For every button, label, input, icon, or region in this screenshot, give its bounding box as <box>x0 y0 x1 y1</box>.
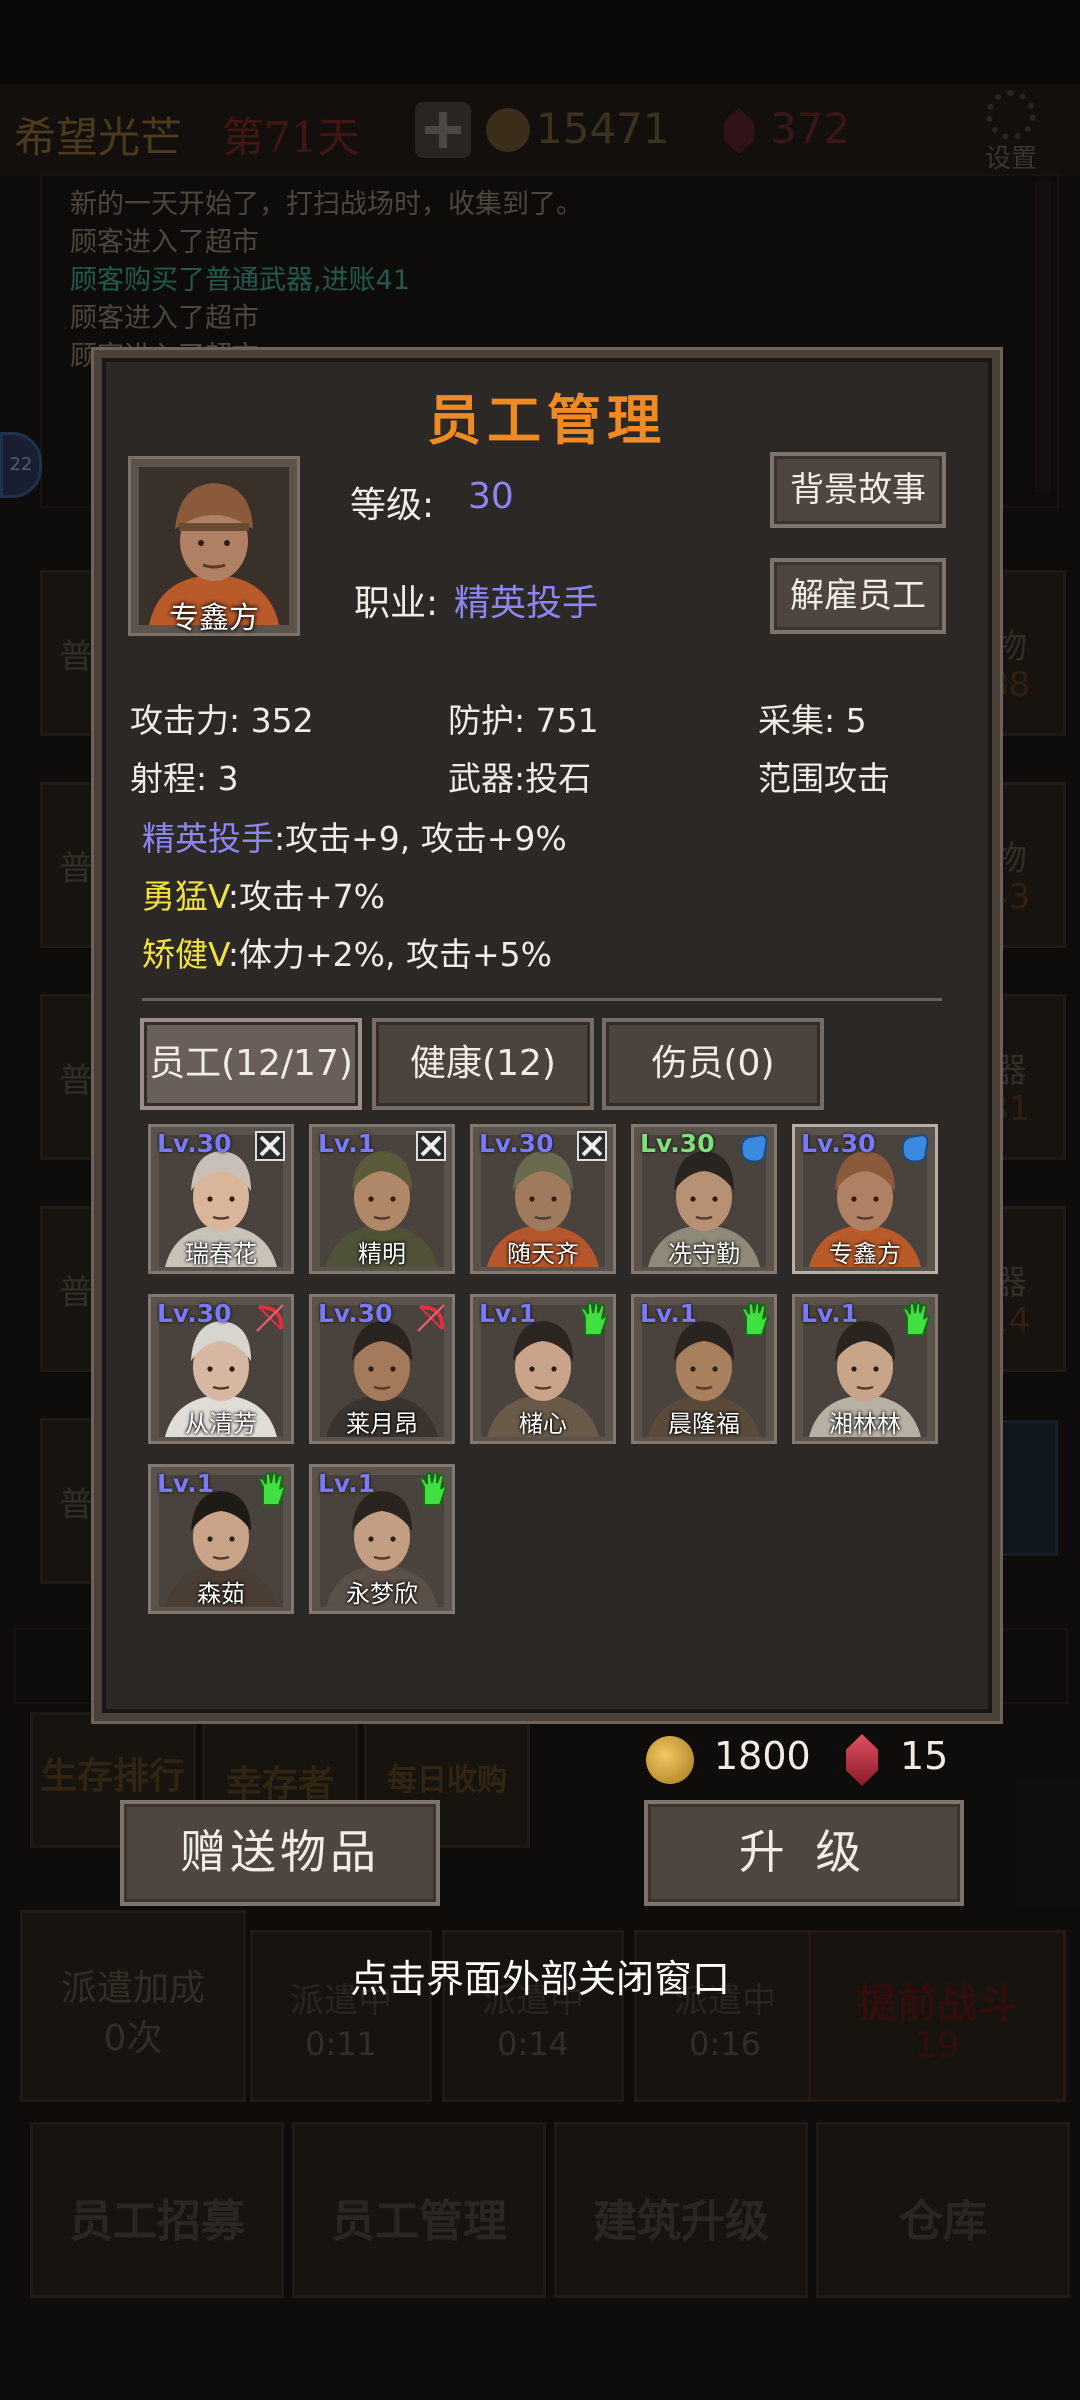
staff-card[interactable]: Lv.30 莱月昂 <box>309 1294 455 1444</box>
selected-worker-name: 专鑫方 <box>169 601 259 636</box>
job-label: 职业: <box>354 583 439 624</box>
trait-effect: :体力+2%, 攻击+5% <box>227 935 552 974</box>
staff-level: Lv.1 <box>801 1299 859 1328</box>
staff-name: 随天齐 <box>507 1240 579 1268</box>
upgrade-button[interactable]: 升 级 <box>644 1800 964 1906</box>
tab-injured[interactable]: 伤员(0) <box>602 1018 824 1110</box>
trait-name: 精英投手 <box>142 819 274 858</box>
staff-level: Lv.1 <box>479 1299 537 1328</box>
staff-card[interactable]: Lv.30 从清芳 <box>148 1294 294 1444</box>
staff-card[interactable]: Lv.30 专鑫方 <box>792 1124 938 1274</box>
staff-level: Lv.1 <box>157 1469 215 1498</box>
staff-card[interactable]: Lv.1 永梦欣 <box>309 1464 455 1614</box>
background-story-button[interactable]: 背景故事 <box>770 452 946 528</box>
staff-level: Lv.1 <box>318 1469 376 1498</box>
staff-card[interactable]: Lv.1 森茹 <box>148 1464 294 1614</box>
fist-icon <box>897 1131 931 1165</box>
glove-icon <box>897 1301 931 1336</box>
staff-name: 莱月昂 <box>346 1410 418 1438</box>
selected-portrait: 专鑫方 <box>128 456 300 636</box>
staff-level: Lv.1 <box>640 1299 698 1328</box>
trait-row: 勇猛V:攻击+7% <box>142 870 385 918</box>
dialog-title: 员工管理 <box>427 388 667 452</box>
attack-stat: 攻击力: 352 <box>130 701 314 740</box>
crossed-swords-icon <box>414 1131 448 1165</box>
aoe-stat: 范围攻击 <box>758 759 890 798</box>
job-value: 精英投手 <box>454 583 599 624</box>
close-hint: 点击界面外部关闭窗口 <box>349 1957 730 2001</box>
staff-level: Lv.30 <box>640 1129 715 1158</box>
defense-stat: 防护: 751 <box>448 701 599 740</box>
staff-level: Lv.30 <box>318 1299 393 1328</box>
staff-level: Lv.30 <box>157 1299 232 1328</box>
coin-icon <box>646 1736 694 1784</box>
staff-card[interactable]: Lv.1 槠心 <box>470 1294 616 1444</box>
tab-all-staff[interactable]: 员工(12/17) <box>140 1018 362 1110</box>
fire-worker-button[interactable]: 解雇员工 <box>770 558 946 634</box>
staff-card[interactable]: Lv.1 晨隆福 <box>631 1294 777 1444</box>
gather-stat: 采集: 5 <box>758 701 867 740</box>
bow-icon <box>414 1301 448 1335</box>
glove-icon <box>253 1471 287 1506</box>
staff-level: Lv.30 <box>801 1129 876 1158</box>
trait-row: 矫健V:体力+2%, 攻击+5% <box>142 928 552 976</box>
staff-level: Lv.30 <box>157 1129 232 1158</box>
staff-level: Lv.30 <box>479 1129 554 1158</box>
crossed-swords-icon <box>253 1131 287 1165</box>
crossed-swords-icon <box>575 1131 609 1165</box>
divider <box>142 998 942 1001</box>
glove-icon <box>414 1471 448 1506</box>
staff-management-dialog: 员工管理 专鑫方 等级: 30 职业: 精英投手 背景故事 解雇员工 攻击力: … <box>94 350 1000 1721</box>
tab-healthy[interactable]: 健康(12) <box>372 1018 594 1110</box>
trait-effect: :攻击+9, 攻击+9% <box>274 819 567 858</box>
staff-name: 森茹 <box>197 1580 245 1608</box>
staff-name: 专鑫方 <box>829 1240 901 1268</box>
trait-effect: :攻击+7% <box>227 877 386 916</box>
glove-icon <box>575 1301 609 1336</box>
staff-name: 精明 <box>358 1240 406 1268</box>
staff-card[interactable]: Lv.1 精明 <box>309 1124 455 1274</box>
fist-icon <box>736 1131 770 1165</box>
staff-level: Lv.1 <box>318 1129 376 1158</box>
range-stat: 射程: 3 <box>130 759 239 798</box>
gift-item-button[interactable]: 赠送物品 <box>120 1800 440 1906</box>
weapon-stat: 武器:投石 <box>448 759 592 798</box>
staff-name: 晨隆福 <box>668 1410 740 1438</box>
staff-name: 从清芳 <box>185 1410 257 1438</box>
upgrade-coin-cost: 1800 <box>714 1734 811 1778</box>
upgrade-gem-cost: 15 <box>900 1734 949 1778</box>
staff-name: 湘林林 <box>829 1410 901 1438</box>
trait-name: 勇猛V <box>142 877 228 916</box>
trait-name: 矫健V <box>142 935 228 974</box>
staff-name: 永梦欣 <box>346 1580 418 1608</box>
staff-card[interactable]: Lv.30 冼守勤 <box>631 1124 777 1274</box>
staff-card[interactable]: Lv.30 随天齐 <box>470 1124 616 1274</box>
staff-card[interactable]: Lv.1 湘林林 <box>792 1294 938 1444</box>
level-label: 等级: <box>350 485 435 526</box>
level-value: 30 <box>468 476 514 517</box>
staff-name: 槠心 <box>519 1410 567 1438</box>
staff-card[interactable]: Lv.30 瑞春花 <box>148 1124 294 1274</box>
glove-icon <box>736 1301 770 1336</box>
staff-name: 瑞春花 <box>185 1240 257 1268</box>
trait-row: 精英投手:攻击+9, 攻击+9% <box>142 812 567 860</box>
bow-icon <box>253 1301 287 1335</box>
staff-name: 冼守勤 <box>668 1240 740 1268</box>
staff-grid: Lv.30 瑞春花 Lv.1 精明 Lv.30 随天齐 Lv.30 冼守勤 Lv.30 专鑫方 Lv… <box>148 1124 948 1624</box>
